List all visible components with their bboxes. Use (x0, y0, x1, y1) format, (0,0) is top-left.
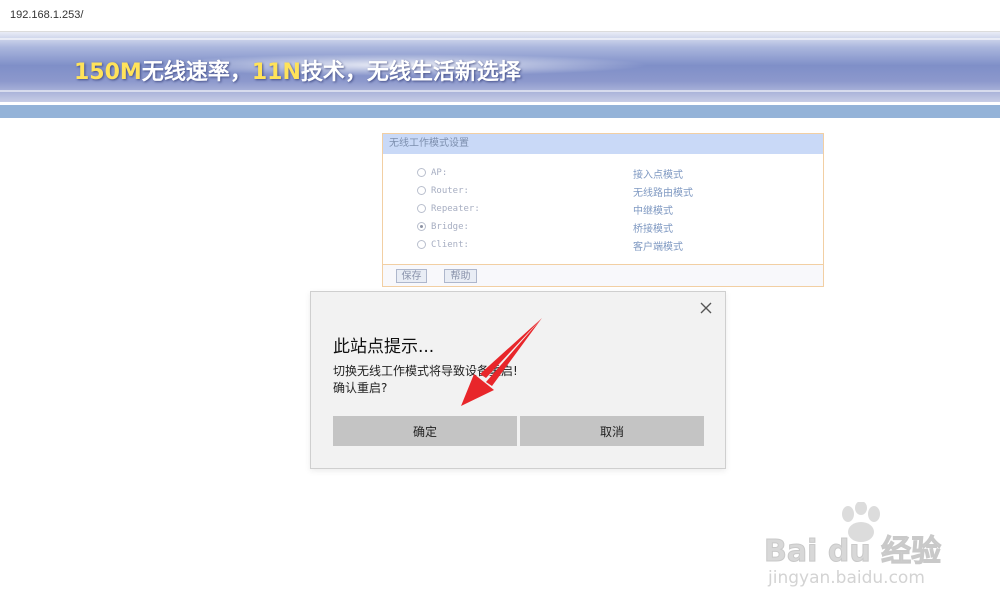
banner-slogan: 150M无线速率，11N技术，无线生活新选择 (74, 54, 521, 86)
mode-label: Repeater: (431, 204, 480, 214)
address-bar[interactable]: 192.168.1.253/ (0, 0, 1000, 32)
banner-slogan-part: 技术，无线生活新选择 (300, 60, 521, 85)
dialog-title: 此站点提示... (333, 337, 435, 357)
mode-label: Bridge: (431, 222, 469, 232)
mode-desc: 客户端模式 (633, 242, 683, 253)
close-icon-glyph (700, 302, 712, 314)
banner-slogan-part: 11N (251, 60, 301, 85)
mode-label: AP: (431, 168, 448, 178)
panel-title: 无线工作模式设置 (383, 134, 823, 154)
watermark-url: jingyan.baidu.com (768, 568, 925, 588)
save-button[interactable]: 保存 (396, 269, 427, 283)
address-url[interactable]: 192.168.1.253/ (10, 9, 83, 21)
help-button[interactable]: 帮助 (444, 269, 477, 283)
wireless-mode-panel: 无线工作模式设置 AP: 接入点模式 Router: 无线路由模式 Repeat… (382, 133, 824, 287)
banner-stripe (0, 90, 1000, 92)
mode-desc: 接入点模式 (633, 170, 683, 181)
mode-label: Client: (431, 240, 469, 250)
mode-desc: 中继模式 (633, 206, 673, 217)
watermark-logo: Bai du 经验 (763, 534, 942, 570)
radio-ap[interactable] (417, 168, 426, 177)
dialog-message-line: 确认重启? (333, 381, 388, 395)
blue-band (0, 105, 1000, 118)
radio-repeater[interactable] (417, 204, 426, 213)
radio-client[interactable] (417, 240, 426, 249)
mode-desc: 无线路由模式 (633, 188, 693, 199)
header-banner: 150M无线速率，11N技术，无线生活新选择 (0, 32, 1000, 102)
banner-slogan-part: 150M (74, 60, 142, 85)
watermark: Bai du 经验 jingyan.baidu.com (762, 500, 992, 600)
cancel-button[interactable]: 取消 (520, 416, 704, 446)
mode-label: Router: (431, 186, 469, 196)
close-icon[interactable] (697, 300, 715, 318)
radio-router[interactable] (417, 186, 426, 195)
panel-footer: 保存 帮助 (383, 265, 823, 286)
confirm-dialog: 此站点提示... 切换无线工作模式将导致设备重启! 确认重启? 确定 取消 (310, 291, 726, 469)
mode-desc: 桥接模式 (633, 224, 673, 235)
radio-bridge[interactable] (417, 222, 426, 231)
ok-button[interactable]: 确定 (333, 416, 517, 446)
dialog-message-line: 切换无线工作模式将导致设备重启! (333, 364, 518, 378)
banner-stripe (0, 38, 1000, 40)
banner-slogan-part: 无线速率， (141, 60, 252, 85)
dialog-message: 切换无线工作模式将导致设备重启! 确认重启? (333, 363, 518, 397)
